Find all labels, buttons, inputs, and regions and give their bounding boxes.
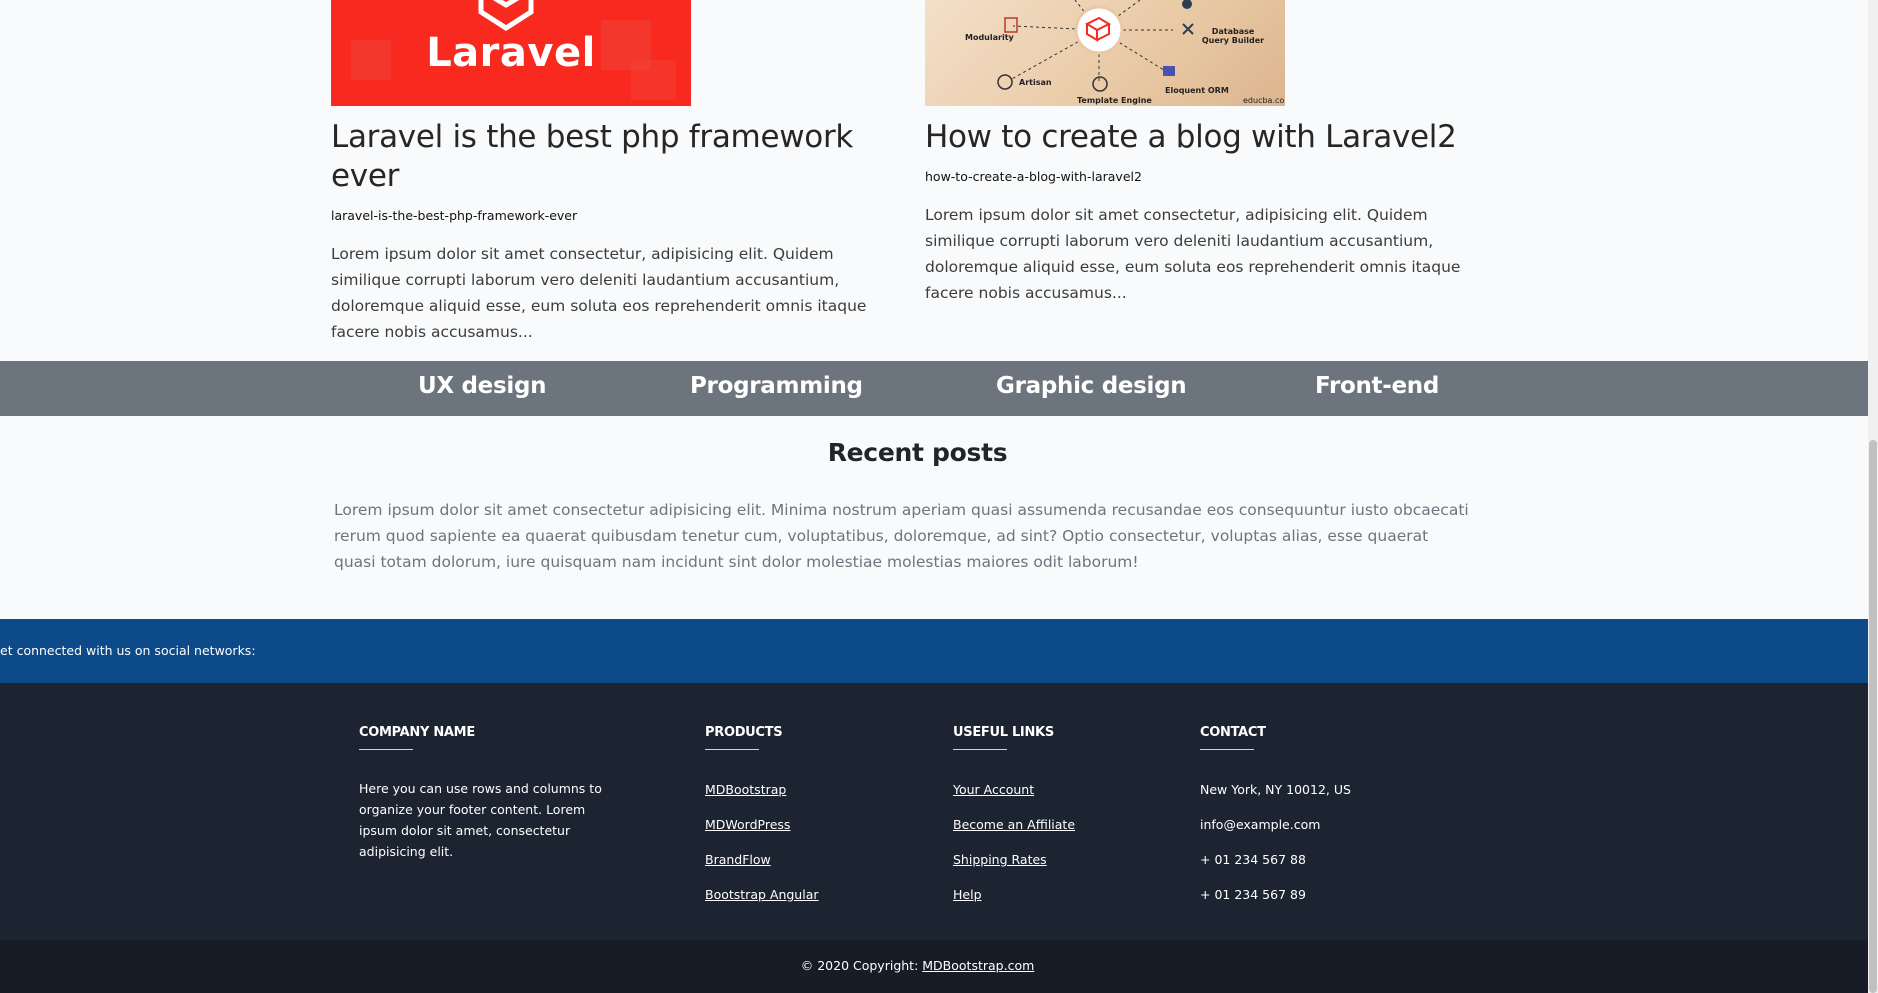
category-front-end[interactable]: Front-end <box>1315 373 1439 399</box>
footer-heading: COMPANY NAME <box>359 725 475 740</box>
category-bar: UX design Programming Graphic design Fro… <box>0 361 1868 416</box>
footer-link-mdbootstrap[interactable]: MDBootstrap <box>705 782 786 797</box>
diagram-label: Modularity <box>965 33 1014 42</box>
footer-heading: PRODUCTS <box>705 725 783 740</box>
footer-link-help[interactable]: Help <box>953 887 982 902</box>
post-slug: how-to-create-a-blog-with-laravel2 <box>925 169 1142 184</box>
footer-divider <box>359 749 413 750</box>
footer-company: COMPANY NAME Here you can use rows and c… <box>359 725 619 862</box>
copyright-link[interactable]: MDBootstrap.com <box>922 958 1034 973</box>
footer-link-bootstrap-angular[interactable]: Bootstrap Angular <box>705 887 819 902</box>
post-title[interactable]: How to create a blog with Laravel2 <box>925 118 1485 157</box>
copyright-text: © 2020 Copyright: MDBootstrap.com <box>0 958 1835 973</box>
category-programming[interactable]: Programming <box>690 373 863 399</box>
footer-divider <box>1200 749 1254 750</box>
social-text: et connected with us on social networks: <box>0 643 256 658</box>
recent-posts-title: Recent posts <box>827 438 1008 467</box>
footer-heading: CONTACT <box>1200 725 1266 740</box>
diagram-label: Database Query Builder <box>1201 27 1265 45</box>
social-bar: et connected with us on social networks: <box>0 619 1868 683</box>
footer-heading: USEFUL LINKS <box>953 725 1054 740</box>
footer-link-brandflow[interactable]: BrandFlow <box>705 852 771 867</box>
contact-phone: + 01 234 567 89 <box>1200 887 1306 902</box>
diagram-label: Eloquent ORM <box>1165 86 1229 95</box>
category-ux-design[interactable]: UX design <box>418 373 547 399</box>
footer-divider <box>705 749 759 750</box>
footer-products: PRODUCTS MDBootstrap MDWordPress BrandFl… <box>705 725 819 912</box>
scrollbar-thumb[interactable] <box>1869 440 1877 993</box>
post-excerpt: Lorem ipsum dolor sit amet consectetur, … <box>925 206 1461 302</box>
footer-link-your-account[interactable]: Your Account <box>953 782 1034 797</box>
copyright-bar: © 2020 Copyright: MDBootstrap.com <box>0 940 1868 993</box>
footer: COMPANY NAME Here you can use rows and c… <box>0 683 1868 940</box>
post-title[interactable]: Laravel is the best php framework ever <box>331 118 891 196</box>
category-graphic-design[interactable]: Graphic design <box>996 373 1187 399</box>
laravel-wordmark: Laravel <box>426 30 596 76</box>
post-excerpt: Lorem ipsum dolor sit amet consectetur, … <box>331 245 867 341</box>
post-card: Laravel Laravel is the best php framewor… <box>331 0 891 345</box>
contact-phone: + 01 234 567 88 <box>1200 852 1306 867</box>
page-viewport: Laravel Laravel is the best php framewor… <box>0 0 1868 993</box>
diagram-credit: educba.com <box>1243 96 1285 105</box>
footer-link-mdwordpress[interactable]: MDWordPress <box>705 817 790 832</box>
diagram-label: Template Engine <box>1077 96 1152 105</box>
post-thumbnail[interactable]: Laravel <box>331 0 691 106</box>
laravel-diagram-icon <box>997 0 1194 92</box>
post-thumbnail[interactable]: Modularity Database Query Builder Artisa… <box>925 0 1285 106</box>
copyright-label: © 2020 Copyright: <box>800 958 923 973</box>
recent-posts-body: Lorem ipsum dolor sit amet consectetur a… <box>334 501 1469 571</box>
footer-contact: CONTACT New York, NY 10012, US info@exam… <box>1200 725 1351 912</box>
page-scrollbar[interactable] <box>1868 0 1878 993</box>
post-slug: laravel-is-the-best-php-framework-ever <box>331 208 578 223</box>
contact-address: New York, NY 10012, US <box>1200 782 1351 797</box>
footer-divider <box>953 749 1007 750</box>
contact-email: info@example.com <box>1200 817 1321 832</box>
footer-about: Here you can use rows and columns to org… <box>359 781 602 859</box>
footer-link-shipping[interactable]: Shipping Rates <box>953 852 1047 867</box>
diagram-label: Artisan <box>1019 78 1052 87</box>
post-card: Modularity Database Query Builder Artisa… <box>925 0 1485 306</box>
footer-useful-links: USEFUL LINKS Your Account Become an Affi… <box>953 725 1075 912</box>
footer-link-affiliate[interactable]: Become an Affiliate <box>953 817 1075 832</box>
